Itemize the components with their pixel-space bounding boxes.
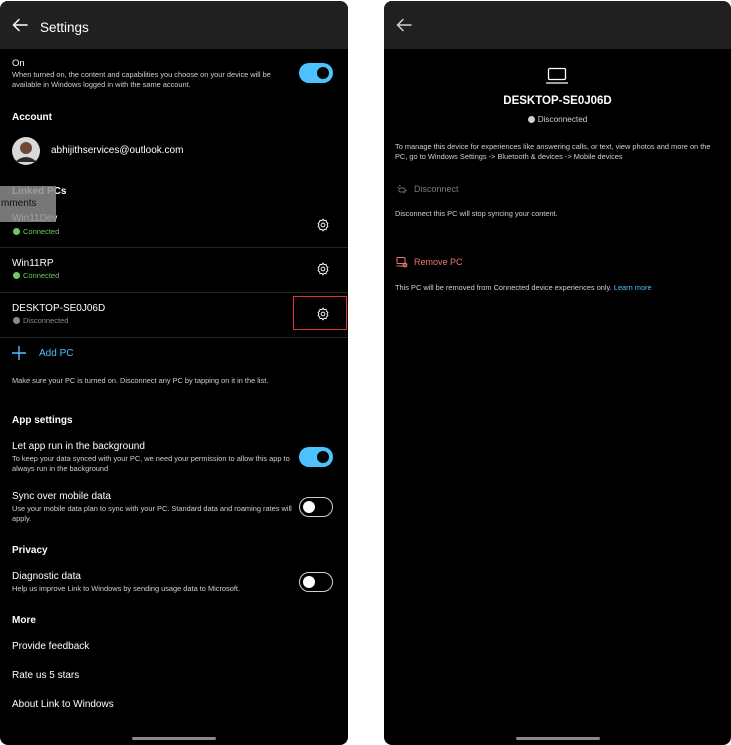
check-circle-icon bbox=[13, 272, 20, 279]
settings-screen: Settings On When turned on, the content … bbox=[0, 1, 348, 745]
linked-pcs-hint: Make sure your PC is turned on. Disconne… bbox=[12, 376, 269, 385]
account-email: abhijithservices@outlook.com bbox=[51, 145, 184, 156]
add-pc-button[interactable]: Add PC bbox=[0, 339, 348, 367]
back-arrow-icon[interactable] bbox=[396, 18, 412, 32]
privacy-heading: Privacy bbox=[12, 545, 48, 556]
sync-description: When turned on, the content and capabili… bbox=[12, 70, 271, 89]
background-label: Let app run in the background bbox=[12, 441, 145, 452]
device-name: DESKTOP-SE0J06D bbox=[503, 95, 612, 107]
page-title: Settings bbox=[40, 20, 89, 35]
pc-name: DESKTOP-SE0J06D bbox=[12, 303, 106, 314]
diagnostic-description: Help us improve Link to Windows by sendi… bbox=[12, 584, 240, 593]
manage-text: To manage this device for experiences li… bbox=[395, 142, 711, 161]
about-link[interactable]: About Link to Windows bbox=[12, 699, 114, 710]
disconnected-circle-icon bbox=[13, 317, 20, 324]
rate-us-link[interactable]: Rate us 5 stars bbox=[12, 670, 79, 681]
sync-toggle[interactable] bbox=[299, 63, 333, 83]
gear-icon[interactable] bbox=[316, 262, 330, 276]
app-settings-heading: App settings bbox=[12, 415, 73, 426]
diagnostic-toggle[interactable] bbox=[299, 572, 333, 592]
home-indicator[interactable] bbox=[516, 737, 600, 740]
mobile-data-label: Sync over mobile data bbox=[12, 491, 111, 502]
laptop-icon bbox=[546, 67, 568, 84]
disconnect-label: Disconnect bbox=[414, 184, 459, 194]
plus-icon bbox=[12, 346, 26, 360]
sync-label: On bbox=[12, 58, 25, 69]
device-status: Disconnected bbox=[384, 115, 731, 124]
check-circle-icon bbox=[13, 228, 20, 235]
remove-pc-icon bbox=[396, 257, 408, 268]
settings-header: Settings bbox=[0, 1, 348, 49]
comments-overlay: mments bbox=[0, 186, 56, 222]
pc-status: Connected bbox=[13, 271, 59, 280]
remove-description: This PC will be removed from Connected d… bbox=[395, 283, 652, 292]
disconnect-description: Disconnect this PC will stop syncing you… bbox=[395, 209, 558, 218]
mobile-data-description: Use your mobile data plan to sync with y… bbox=[12, 504, 292, 523]
unlink-icon bbox=[397, 184, 407, 194]
add-pc-label: Add PC bbox=[39, 348, 74, 359]
pc-name: Win11RP bbox=[12, 258, 54, 269]
highlight-box bbox=[293, 296, 347, 330]
home-indicator[interactable] bbox=[132, 737, 216, 740]
pc-status: Connected bbox=[13, 227, 59, 236]
disconnected-circle-icon bbox=[527, 116, 535, 123]
background-toggle[interactable] bbox=[299, 447, 333, 467]
gear-icon[interactable] bbox=[316, 218, 330, 232]
avatar[interactable] bbox=[12, 137, 40, 165]
remove-pc-label: Remove PC bbox=[414, 257, 463, 267]
disconnect-button[interactable]: Disconnect bbox=[394, 182, 494, 196]
remove-pc-button[interactable]: Remove PC bbox=[394, 255, 494, 269]
divider bbox=[0, 337, 348, 338]
account-heading: Account bbox=[12, 112, 52, 123]
pc-item-win11rp[interactable]: Win11RP Connected bbox=[0, 248, 348, 292]
pc-details-header bbox=[384, 1, 731, 49]
mobile-data-toggle[interactable] bbox=[299, 497, 333, 517]
provide-feedback-link[interactable]: Provide feedback bbox=[12, 641, 89, 652]
more-heading: More bbox=[12, 615, 36, 626]
pc-details-screen: DESKTOP-SE0J06D Disconnected To manage t… bbox=[384, 1, 731, 745]
learn-more-link[interactable]: Learn more bbox=[614, 283, 652, 292]
diagnostic-label: Diagnostic data bbox=[12, 571, 81, 582]
back-arrow-icon[interactable] bbox=[12, 18, 28, 32]
background-description: To keep your data synced with your PC, w… bbox=[12, 454, 290, 473]
pc-status: Disconnected bbox=[13, 316, 68, 325]
